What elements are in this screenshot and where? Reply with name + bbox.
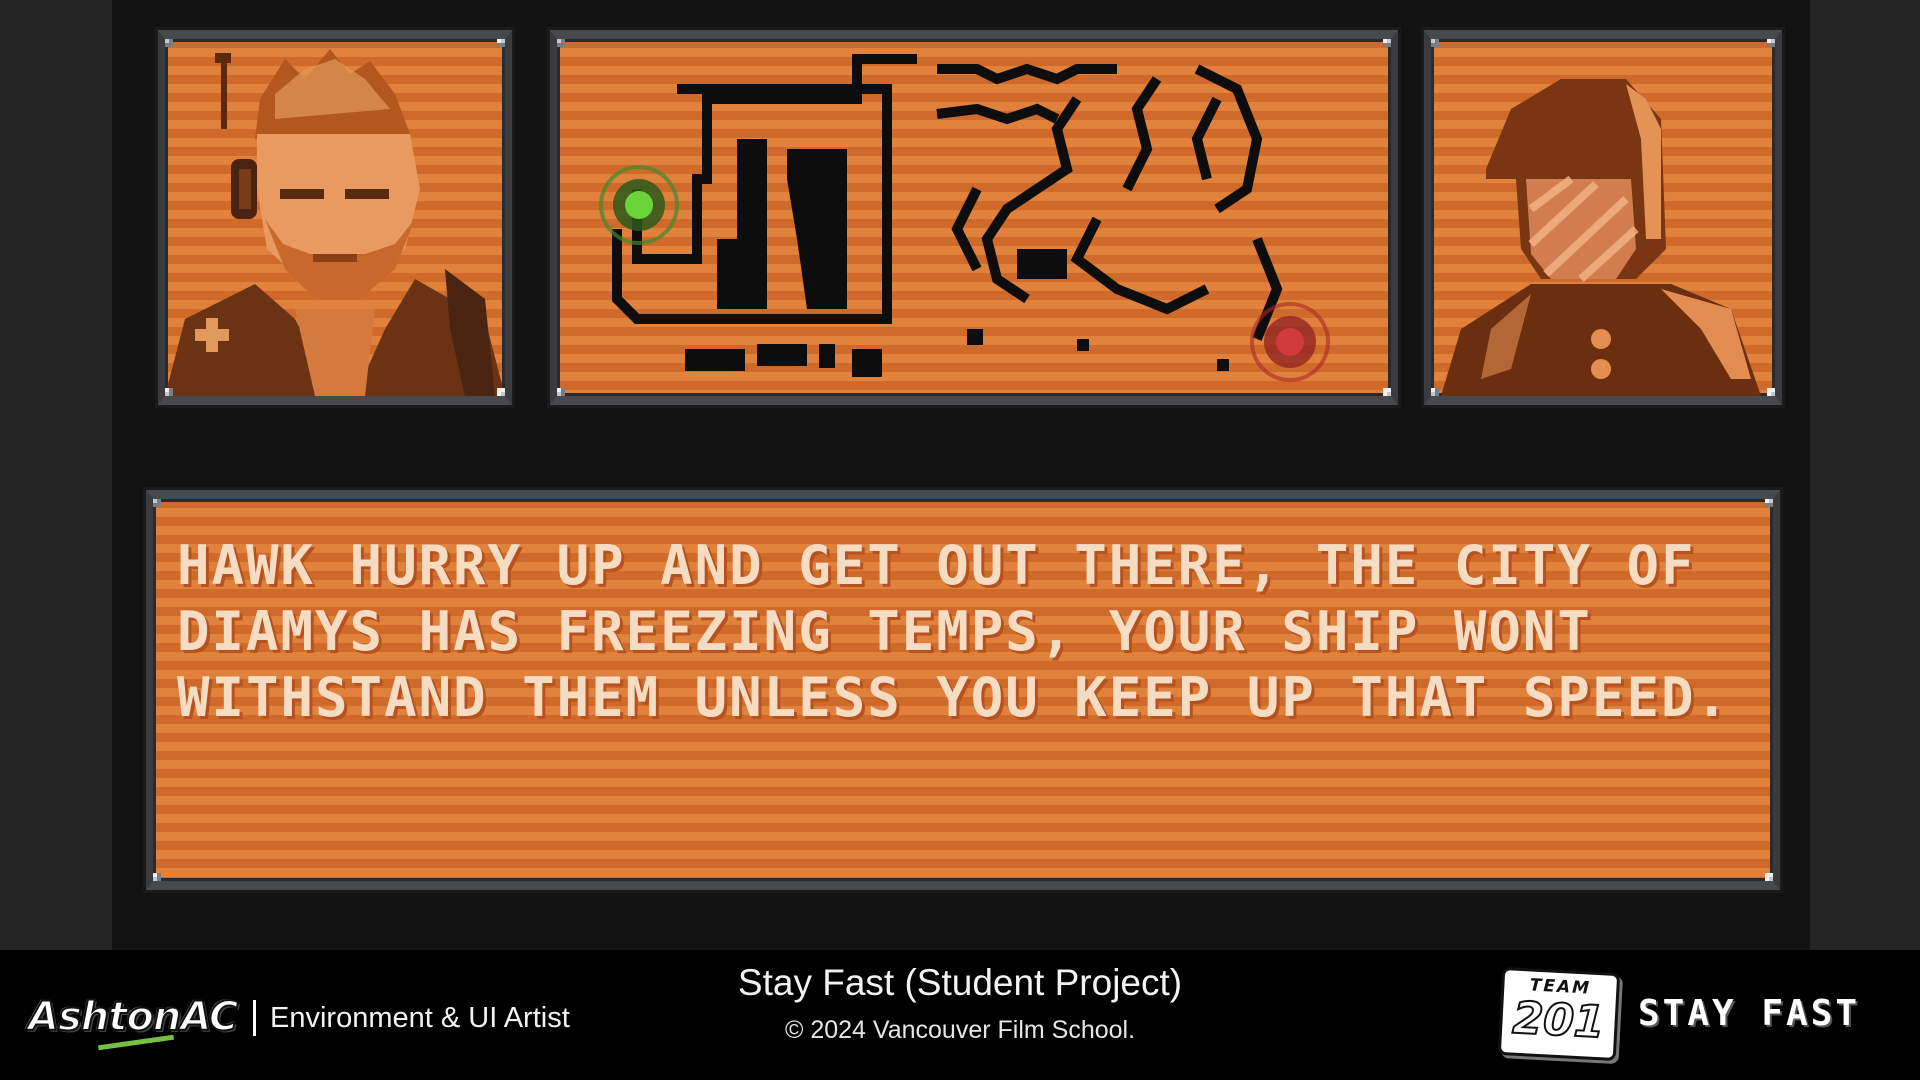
route-map-icon xyxy=(599,54,1330,382)
helmeted-officer-icon xyxy=(1441,79,1761,396)
rivet-icon xyxy=(1765,873,1773,881)
rivet-icon xyxy=(1431,388,1439,396)
team-logo: TEAM 201 xyxy=(1497,966,1621,1062)
rivet-icon xyxy=(1767,39,1775,47)
rivet-icon xyxy=(557,39,565,47)
rivet-icon xyxy=(1765,499,1773,507)
project-title: Stay Fast (Student Project) xyxy=(737,962,1183,1003)
route-map-panel xyxy=(550,30,1398,405)
rivet-icon xyxy=(1431,39,1439,47)
team-number: 201 xyxy=(1510,992,1606,1050)
rivet-icon xyxy=(497,39,505,47)
rivet-icon xyxy=(1383,388,1391,396)
pilot-portrait-panel xyxy=(158,30,512,405)
officer-portrait-panel xyxy=(1424,30,1782,405)
rivet-icon xyxy=(153,873,161,881)
rivet-icon xyxy=(497,388,505,396)
game-logo: STAY FAST xyxy=(1638,993,1861,1034)
pilot-portrait-icon xyxy=(165,49,505,396)
rivet-icon xyxy=(165,388,173,396)
rivet-icon xyxy=(165,39,173,47)
copyright-notice: © 2024 Vancouver Film School. xyxy=(784,1016,1136,1044)
rivet-icon xyxy=(1767,388,1775,396)
rivet-icon xyxy=(1383,39,1391,47)
dialogue-box: HAWK HURRY UP AND GET OUT THERE, THE CIT… xyxy=(146,490,1780,890)
dialogue-text: HAWK HURRY UP AND GET OUT THERE, THE CIT… xyxy=(177,534,1730,729)
rivet-icon xyxy=(153,499,161,507)
rivet-icon xyxy=(557,388,565,396)
game-stage: HAWK HURRY UP AND GET OUT THERE, THE CIT… xyxy=(112,0,1810,950)
red-destination-marker-icon xyxy=(1250,302,1330,382)
